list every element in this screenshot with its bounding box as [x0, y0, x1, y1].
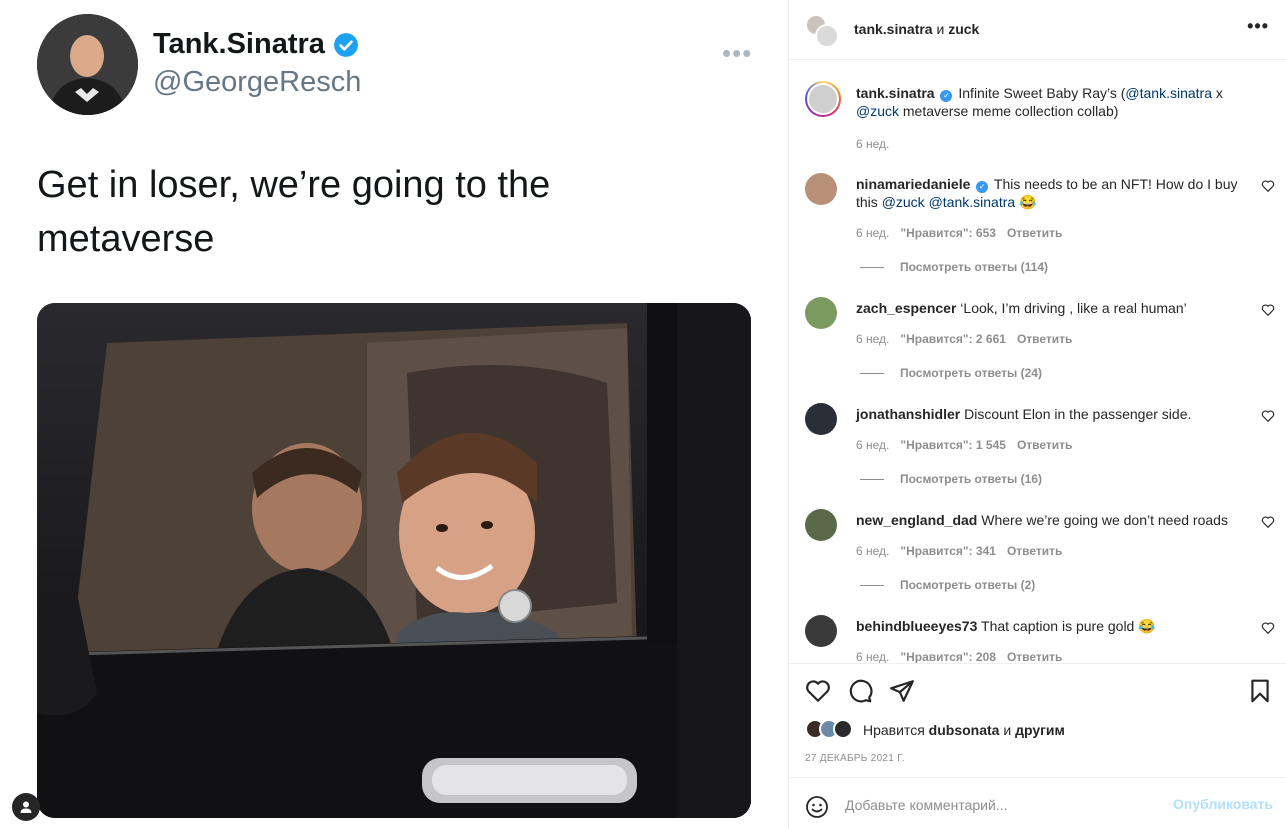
comment-likes[interactable]: "Нравится": 1 545: [900, 438, 1006, 452]
avatar[interactable]: [805, 403, 837, 435]
like-comment-heart-icon[interactable]: [1261, 179, 1275, 193]
post-image: Tank.Sinatra @GeorgeResch ••• Get in los…: [0, 0, 788, 829]
mention-link[interactable]: @zuck @tank.sinatra: [882, 194, 1015, 210]
comment-username[interactable]: zach_espencer: [856, 300, 956, 316]
comment-time[interactable]: 6 нед.: [856, 438, 889, 452]
like-comment-heart-icon[interactable]: [1261, 409, 1275, 423]
verified-badge-icon: ✓: [940, 90, 953, 102]
comment-meta: 6 нед. "Нравится": 2 661 Ответить: [856, 332, 1072, 346]
comments-list[interactable]: tank.sinatra ✓ Infinite Sweet Baby Ray’s…: [789, 61, 1286, 663]
comment-time[interactable]: 6 нед.: [856, 332, 889, 346]
comment-username[interactable]: ninamariedaniele: [856, 176, 970, 192]
comment-text: behindblueeyes73 That caption is pure go…: [856, 618, 1156, 634]
comment-username[interactable]: tank.sinatra: [856, 85, 935, 101]
user-tag-icon[interactable]: [12, 793, 40, 821]
avatar[interactable]: [805, 615, 837, 647]
tweet-author-avatar: [37, 14, 138, 115]
post-authors: tank.sinatra и zuck: [854, 21, 980, 37]
comment-text: zach_espencer ‘Look, I’m driving , like …: [856, 300, 1187, 316]
comment-meta: 6 нед. "Нравится": 341 Ответить: [856, 544, 1062, 558]
view-replies-button[interactable]: Посмотреть ответы (16): [860, 472, 1042, 486]
emoji-picker-icon[interactable]: [805, 795, 829, 819]
author-link[interactable]: zuck: [948, 21, 979, 37]
comment-meta: 6 нед. "Нравится": 208 Ответить: [856, 650, 1062, 663]
comment-text: ninamariedaniele ✓ This needs to be an N…: [856, 176, 1238, 210]
reply-button[interactable]: Ответить: [1007, 650, 1062, 663]
collab-avatars[interactable]: [805, 14, 839, 48]
view-replies-button[interactable]: Посмотреть ответы (24): [860, 366, 1042, 380]
liker-avatars: [805, 719, 857, 741]
comment-bubble-icon[interactable]: [847, 678, 873, 704]
avatar: [833, 719, 853, 739]
like-heart-icon[interactable]: [805, 678, 831, 704]
reply-button[interactable]: Ответить: [1017, 332, 1072, 346]
reply-button[interactable]: Ответить: [1007, 226, 1062, 240]
post-actions: Нравится dubsonata и другим 27 ДЕКАБРЬ 2…: [789, 663, 1286, 829]
more-options-icon[interactable]: •••: [1247, 16, 1269, 37]
comment-time[interactable]: 6 нед.: [856, 650, 889, 663]
reply-button[interactable]: Ответить: [1017, 438, 1072, 452]
avatar[interactable]: [805, 81, 841, 117]
comment-meta: 6 нед. "Нравится": 1 545 Ответить: [856, 438, 1072, 452]
comment-input[interactable]: [845, 793, 1165, 817]
tweet-author-name: Tank.Sinatra: [153, 28, 359, 61]
view-replies-button[interactable]: Посмотреть ответы (2): [860, 578, 1035, 592]
comment-text: jonathanshidler Discount Elon in the pas…: [856, 406, 1192, 422]
mention-link[interactable]: @zuck: [856, 103, 899, 119]
caption-text: tank.sinatra ✓ Infinite Sweet Baby Ray’s…: [856, 85, 1223, 119]
post-sidebar: tank.sinatra и zuck ••• tank.sinatra ✓ I…: [788, 0, 1286, 829]
avatar[interactable]: [805, 509, 837, 541]
reply-button[interactable]: Ответить: [1007, 544, 1062, 558]
divider: [860, 266, 884, 268]
avatar[interactable]: [805, 173, 837, 205]
post-header: tank.sinatra и zuck •••: [789, 0, 1286, 60]
comment-meta: 6 нед. "Нравится": 653 Ответить: [856, 226, 1062, 240]
caption-time[interactable]: 6 нед.: [856, 137, 889, 151]
avatar[interactable]: [805, 297, 837, 329]
tweet-more-icon: •••: [722, 38, 753, 68]
comment-time[interactable]: 6 нед.: [856, 544, 889, 558]
save-bookmark-icon[interactable]: [1247, 678, 1273, 704]
liker-username[interactable]: dubsonata: [929, 722, 1000, 738]
comment-likes[interactable]: "Нравится": 653: [900, 226, 996, 240]
mention-link[interactable]: @tank.sinatra: [1125, 85, 1212, 101]
post-comment-button[interactable]: Опубликовать: [1173, 796, 1273, 812]
comment-likes[interactable]: "Нравится": 341: [900, 544, 996, 558]
likes-others-link[interactable]: другим: [1015, 722, 1065, 738]
emoji-icon: 😂: [1138, 618, 1156, 634]
author-link[interactable]: tank.sinatra: [854, 21, 933, 37]
divider: [860, 478, 884, 480]
comment-username[interactable]: new_england_dad: [856, 512, 977, 528]
comment-likes[interactable]: "Нравится": 2 661: [900, 332, 1006, 346]
likes-summary: Нравится dubsonata и другим: [805, 719, 1065, 741]
avatar: [815, 24, 839, 48]
view-replies-button[interactable]: Посмотреть ответы (114): [860, 260, 1048, 274]
verified-badge-icon: [333, 32, 358, 57]
share-send-icon[interactable]: [889, 678, 915, 704]
post-date[interactable]: 27 ДЕКАБРЬ 2021 Г.: [805, 753, 905, 764]
like-comment-heart-icon[interactable]: [1261, 515, 1275, 529]
divider: [860, 584, 884, 586]
tweet-photo: [37, 303, 751, 818]
comment-likes[interactable]: "Нравится": 208: [900, 650, 996, 663]
verified-badge-icon: ✓: [976, 181, 989, 193]
like-comment-heart-icon[interactable]: [1261, 621, 1275, 635]
like-comment-heart-icon[interactable]: [1261, 303, 1275, 317]
emoji-icon: 😂: [1019, 194, 1037, 210]
comment-time[interactable]: 6 нед.: [856, 226, 889, 240]
comment-username[interactable]: behindblueeyes73: [856, 618, 977, 634]
comment-username[interactable]: jonathanshidler: [856, 406, 960, 422]
tweet-author-handle: @GeorgeResch: [153, 66, 362, 98]
action-icons: [805, 678, 915, 704]
add-comment-bar: Опубликовать: [789, 777, 1286, 829]
tweet-text: Get in loser, we’re going to the metaver…: [37, 164, 551, 260]
divider: [860, 372, 884, 374]
comment-text: new_england_dad Where we’re going we don…: [856, 512, 1228, 528]
